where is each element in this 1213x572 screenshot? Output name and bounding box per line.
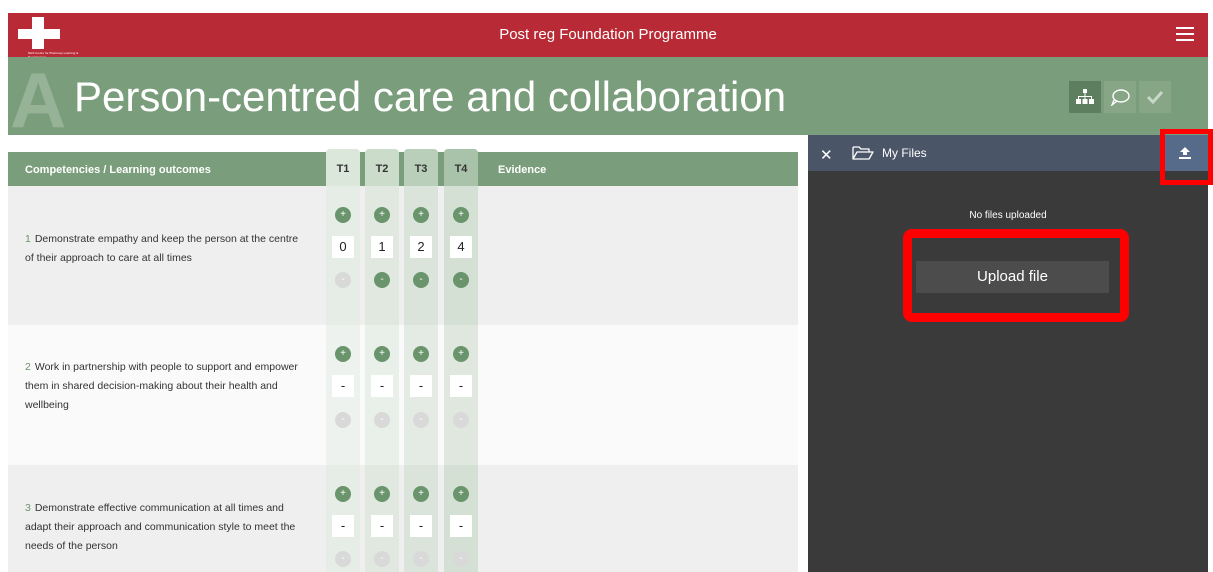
table-row: 2 Work in partnership with people to supp… — [8, 325, 798, 465]
term-value: - — [332, 375, 354, 397]
section-letter: A — [10, 56, 67, 144]
term-value: - — [371, 375, 393, 397]
term-value: 4 — [450, 236, 472, 258]
outcome-text: 2 Work in partnership with people to supp… — [25, 358, 305, 415]
outcome-label: Demonstrate empathy and keep the person … — [25, 233, 299, 264]
increment-button[interactable]: + — [413, 207, 429, 223]
term-value: 2 — [410, 236, 432, 258]
panel-header: ✕ My Files — [808, 135, 1208, 171]
decrement-button[interactable]: - — [335, 272, 351, 288]
highlight-upload-icon — [1160, 129, 1213, 185]
increment-button[interactable]: + — [374, 346, 390, 362]
term-value: - — [332, 515, 354, 537]
increment-button[interactable]: + — [335, 207, 351, 223]
table-row: 3 Demonstrate effective communication at … — [8, 465, 798, 572]
sitemap-button[interactable] — [1069, 81, 1101, 113]
term-value: - — [410, 515, 432, 537]
increment-button[interactable]: + — [374, 486, 390, 502]
table-header: Competencies / Learning outcomes T1 T2 T… — [8, 149, 798, 186]
term-header-t1: T1 — [326, 149, 360, 186]
outcome-number: 3 — [25, 502, 31, 514]
term-value: - — [371, 515, 393, 537]
increment-button[interactable]: + — [413, 346, 429, 362]
sitemap-icon — [1076, 89, 1094, 104]
term-value: - — [410, 375, 432, 397]
decrement-button[interactable]: - — [335, 551, 351, 567]
competency-column-header: Competencies / Learning outcomes — [25, 164, 211, 176]
complete-button[interactable] — [1139, 81, 1171, 113]
decrement-button[interactable]: - — [453, 551, 469, 567]
term-header-t3: T3 — [404, 149, 438, 186]
increment-button[interactable]: + — [335, 486, 351, 502]
my-files-panel: ✕ My Files No files uploaded — [808, 135, 1208, 572]
decrement-button[interactable]: - — [413, 412, 429, 428]
empty-files-message: No files uploaded — [969, 210, 1047, 221]
decrement-button[interactable]: - — [374, 272, 390, 288]
increment-button[interactable]: + — [453, 207, 469, 223]
panel-title: My Files — [882, 146, 927, 160]
decrement-button[interactable]: - — [453, 272, 469, 288]
decrement-button[interactable]: - — [335, 412, 351, 428]
decrement-button[interactable]: - — [374, 551, 390, 567]
increment-button[interactable]: + — [453, 346, 469, 362]
decrement-button[interactable]: - — [374, 412, 390, 428]
outcome-number: 2 — [25, 361, 31, 373]
evidence-column-header: Evidence — [498, 164, 547, 176]
outcome-text: 1 Demonstrate empathy and keep the person… — [25, 230, 305, 268]
outcome-label: Work in partnership with people to suppo… — [25, 361, 298, 411]
outcome-number: 1 — [25, 233, 31, 245]
term-value: 0 — [332, 236, 354, 258]
term-header-t4: T4 — [444, 149, 478, 186]
top-bar: NHS Centre for Pharmacy Learning & Devel… — [8, 13, 1208, 59]
outcome-text: 3 Demonstrate effective communication at … — [25, 499, 305, 556]
term-value: 1 — [371, 236, 393, 258]
app-title: Post reg Foundation Programme — [499, 26, 717, 43]
upload-file-button[interactable]: Upload file — [916, 261, 1109, 293]
section-title: Person-centred care and collaboration — [74, 73, 787, 120]
increment-button[interactable]: + — [453, 486, 469, 502]
term-header-t2: T2 — [365, 149, 399, 186]
folder-open-icon — [852, 146, 874, 160]
hamburger-menu-icon[interactable] — [1176, 27, 1194, 41]
close-icon[interactable]: ✕ — [820, 146, 833, 164]
increment-button[interactable]: + — [374, 207, 390, 223]
outcome-label: Demonstrate effective communication at a… — [25, 502, 296, 552]
speech-bubble-icon — [1110, 89, 1130, 106]
competency-table: Competencies / Learning outcomes T1 T2 T… — [8, 135, 808, 572]
term-value: - — [450, 515, 472, 537]
decrement-button[interactable]: - — [453, 412, 469, 428]
increment-button[interactable]: + — [335, 346, 351, 362]
section-header: A Person-centred care and collaboration — [8, 57, 1208, 139]
decrement-button[interactable]: - — [413, 551, 429, 567]
term-value: - — [450, 375, 472, 397]
table-row: 1 Demonstrate empathy and keep the person… — [8, 186, 798, 325]
comment-button[interactable] — [1104, 81, 1136, 113]
decrement-button[interactable]: - — [413, 272, 429, 288]
checkmark-icon — [1146, 90, 1164, 104]
increment-button[interactable]: + — [413, 486, 429, 502]
